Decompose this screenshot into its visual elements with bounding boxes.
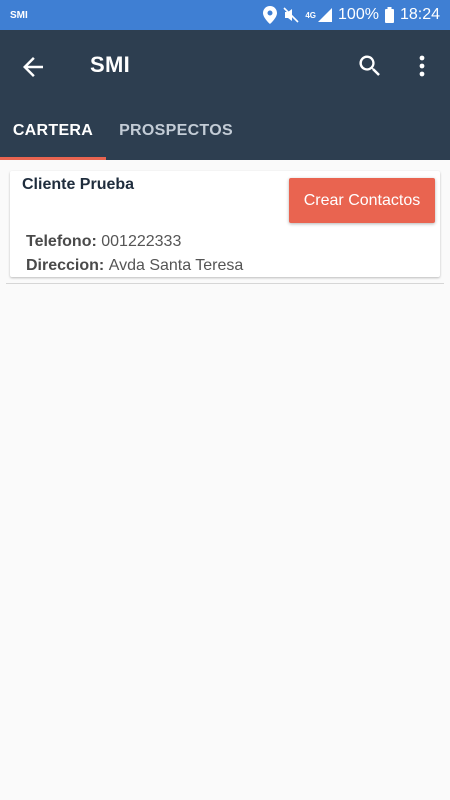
list-divider (6, 283, 444, 284)
telefono-row: Telefono: 001222333 (26, 233, 181, 251)
client-card[interactable]: Cliente Prueba Crear Contactos Telefono:… (10, 171, 440, 277)
tab-bar: CARTERA PROSPECTOS (0, 102, 450, 160)
app-bar: SMI (0, 30, 450, 102)
search-button[interactable] (356, 52, 384, 80)
more-vert-icon (410, 55, 434, 84)
search-icon (356, 55, 384, 84)
create-contacts-button[interactable]: Crear Contactos (289, 178, 435, 223)
status-bar: SMI 4G 100% 18:24 (0, 0, 450, 30)
back-button[interactable] (18, 52, 48, 82)
status-app-label: SMI (10, 9, 28, 21)
direccion-label: Direccion: (26, 257, 109, 274)
back-arrow-icon (18, 57, 48, 86)
tab-cartera[interactable]: CARTERA (0, 102, 106, 160)
telefono-value: 001222333 (101, 233, 182, 250)
network-type: 4G (305, 10, 317, 20)
direccion-row: Direccion: Avda Santa Teresa (26, 257, 243, 275)
client-name: Cliente Prueba (22, 176, 135, 193)
tab-indicator (0, 157, 106, 160)
app-title: SMI (90, 52, 131, 77)
signal-icon (318, 8, 333, 22)
telefono-label: Telefono: (26, 233, 102, 250)
more-options-button[interactable] (410, 52, 434, 80)
direccion-value: Avda Santa Teresa (108, 257, 244, 274)
battery-percent: 100% (338, 6, 379, 23)
battery-icon (384, 7, 394, 23)
clock: 18:24 (399, 6, 440, 23)
status-icons: 4G 100% 18:24 (263, 6, 440, 24)
mute-icon (283, 7, 299, 23)
location-icon (263, 6, 278, 24)
tab-prospectos[interactable]: PROSPECTOS (106, 102, 246, 160)
